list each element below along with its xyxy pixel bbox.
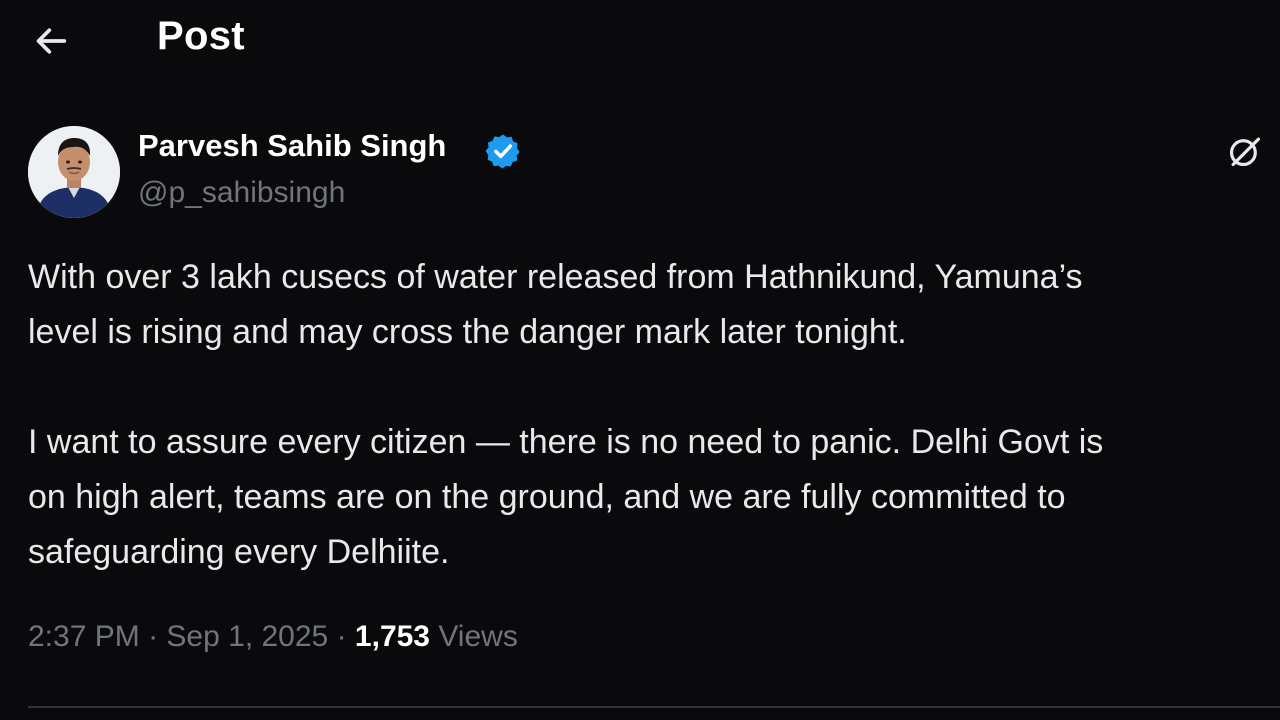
post-date[interactable]: Sep 1, 2025: [166, 620, 328, 653]
avatar-image: [28, 126, 120, 218]
meta-separator: ·: [148, 620, 159, 653]
views-label: Views: [438, 620, 518, 653]
post-text-line: I want to assure every citizen — there i…: [28, 423, 1104, 461]
divider: [28, 706, 1280, 708]
post-text-line: level is rising and may cross the danger…: [28, 313, 907, 351]
post-page: Post Parvesh Sahib Singh @p_sahibsingh W…: [0, 0, 1280, 720]
post-text-line: With over 3 lakh cusecs of water release…: [28, 258, 1083, 296]
page-title: Post: [157, 14, 245, 58]
author-name[interactable]: Parvesh Sahib Singh: [138, 128, 446, 164]
header: Post: [0, 0, 1280, 80]
views-count: 1,753: [354, 620, 430, 653]
back-button[interactable]: [28, 18, 74, 64]
post-paragraph-1: With over 3 lakh cusecs of water release…: [28, 250, 1083, 360]
post-time[interactable]: 2:37 PM: [28, 620, 140, 653]
post-text-line: on high alert, teams are on the ground, …: [28, 478, 1066, 516]
verified-badge-icon: [485, 134, 520, 169]
arrow-left-icon: [36, 28, 67, 54]
post-text-line: safeguarding every Delhiite.: [28, 533, 450, 571]
grok-button[interactable]: [1222, 128, 1268, 174]
post-meta: 2:37 PM · Sep 1, 2025 · 1,753 Views: [28, 620, 518, 654]
avatar[interactable]: [28, 126, 120, 218]
grok-icon: [1229, 137, 1261, 167]
meta-separator: ·: [336, 620, 347, 653]
post-paragraph-2: I want to assure every citizen — there i…: [28, 415, 1103, 580]
author-handle[interactable]: @p_sahibsingh: [138, 176, 345, 210]
